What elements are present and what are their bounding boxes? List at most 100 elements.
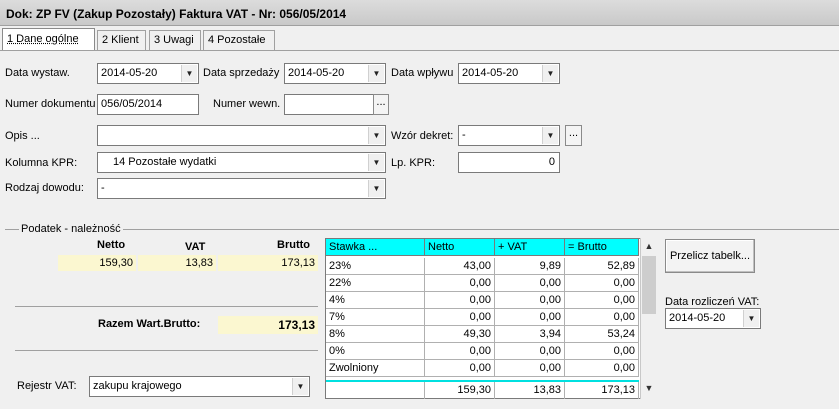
- table-cell[interactable]: 52,89: [565, 258, 639, 275]
- rodzaj-dowodu-field[interactable]: - ▼: [97, 178, 386, 199]
- table-header-stawka[interactable]: Stawka ...: [326, 239, 425, 256]
- podatek-group-label: Podatek - należność: [21, 223, 121, 235]
- wzor-dekret-label: Wzór dekret:: [391, 130, 454, 142]
- data-sprzedazy-value: 2014-05-20: [288, 67, 345, 79]
- table-cell[interactable]: 0,00: [495, 275, 565, 292]
- data-wystaw-field[interactable]: 2014-05-20 ▼: [97, 63, 199, 84]
- rodzaj-dowodu-label: Rodzaj dowodu:: [5, 182, 84, 194]
- table-cell[interactable]: 0,00: [565, 275, 639, 292]
- chevron-down-icon[interactable]: ▼: [292, 378, 308, 395]
- table-cell[interactable]: 0,00: [425, 309, 495, 326]
- table-cell[interactable]: 0%: [326, 343, 425, 360]
- table-cell[interactable]: 0,00: [425, 343, 495, 360]
- chevron-down-icon[interactable]: ▼: [181, 65, 197, 82]
- vat-rate-table[interactable]: Stawka ... Netto + VAT = Brutto 23% 43,0…: [325, 238, 657, 399]
- numer-wewn-field[interactable]: [284, 94, 374, 115]
- brutto-value: 173,13: [218, 255, 318, 271]
- table-header-vat[interactable]: + VAT: [495, 239, 565, 256]
- chevron-down-icon[interactable]: ▼: [542, 65, 558, 82]
- table-cell[interactable]: 8%: [326, 326, 425, 343]
- tab-klient[interactable]: 2 Klient: [97, 30, 146, 50]
- scroll-up-icon[interactable]: ▲: [641, 238, 657, 255]
- data-sprzedazy-field[interactable]: 2014-05-20 ▼: [284, 63, 386, 84]
- wzor-dekret-ellipsis-button[interactable]: ...: [565, 125, 582, 146]
- kolumna-kpr-label: Kolumna KPR:: [5, 157, 78, 169]
- chevron-down-icon[interactable]: ▼: [368, 127, 384, 144]
- data-wystaw-value: 2014-05-20: [101, 67, 158, 79]
- chevron-down-icon[interactable]: ▼: [542, 127, 558, 144]
- netto-value: 159,30: [58, 255, 136, 271]
- table-cell[interactable]: 0,00: [495, 309, 565, 326]
- numer-dokumentu-label: Numer dokumentu: [5, 98, 96, 110]
- tab-uwagi[interactable]: 3 Uwagi: [149, 30, 201, 50]
- tab-pozostale[interactable]: 4 Pozostałe: [203, 30, 275, 50]
- divider-line: [15, 350, 318, 351]
- table-cell[interactable]: 23%: [326, 258, 425, 275]
- data-wplywu-field[interactable]: 2014-05-20 ▼: [458, 63, 560, 84]
- table-scrollbar[interactable]: ▲ ▼: [640, 238, 657, 399]
- numer-dokumentu-value: 056/05/2014: [101, 98, 163, 110]
- totals-cell: [326, 382, 425, 399]
- group-line: [123, 229, 839, 230]
- tab-divider: [0, 50, 839, 51]
- rejestr-vat-field[interactable]: zakupu krajowego ▼: [89, 376, 310, 397]
- table-cell[interactable]: 22%: [326, 275, 425, 292]
- table-cell[interactable]: 0,00: [425, 360, 495, 377]
- table-cell[interactable]: 49,30: [425, 326, 495, 343]
- data-rozliczen-value: 2014-05-20: [669, 312, 726, 324]
- data-sprzedazy-label: Data sprzedaży: [203, 67, 280, 79]
- kolumna-kpr-field[interactable]: 14 Pozostałe wydatki ▼: [97, 152, 386, 173]
- table-cell[interactable]: 0,00: [565, 343, 639, 360]
- wzor-dekret-field[interactable]: - ▼: [458, 125, 560, 146]
- table-cell[interactable]: 3,94: [495, 326, 565, 343]
- table-cell[interactable]: 0,00: [565, 360, 639, 377]
- przelicz-tabelke-button[interactable]: Przelicz tabelk...: [665, 239, 755, 273]
- table-cell[interactable]: 0,00: [565, 309, 639, 326]
- table-cell[interactable]: 4%: [326, 292, 425, 309]
- tab-dane-ogolne[interactable]: 1 Dane ogólne: [2, 28, 95, 51]
- table-cell[interactable]: 43,00: [425, 258, 495, 275]
- chevron-down-icon[interactable]: ▼: [368, 180, 384, 197]
- rejestr-vat-label: Rejestr VAT:: [17, 380, 77, 392]
- vat-header: VAT: [185, 241, 206, 253]
- data-rozliczen-label: Data rozliczeń VAT:: [665, 296, 760, 308]
- group-line: [5, 229, 19, 230]
- table-cell[interactable]: 0,00: [495, 292, 565, 309]
- table-cell[interactable]: 0,00: [495, 343, 565, 360]
- tab-label: 4 Pozostałe: [208, 34, 266, 46]
- razem-value: 173,13: [218, 316, 318, 334]
- table-cell[interactable]: 0,00: [565, 292, 639, 309]
- divider-line: [15, 306, 318, 307]
- data-wplywu-label: Data wpływu: [391, 67, 454, 79]
- rodzaj-dowodu-value: -: [101, 182, 105, 194]
- data-rozliczen-field[interactable]: 2014-05-20 ▼: [665, 308, 761, 329]
- chevron-down-icon[interactable]: ▼: [743, 310, 759, 327]
- chevron-down-icon[interactable]: ▼: [368, 154, 384, 171]
- table-cell[interactable]: 0,00: [425, 292, 495, 309]
- scrollbar-thumb[interactable]: [642, 256, 656, 314]
- table-cell[interactable]: 0,00: [495, 360, 565, 377]
- razem-label: Razem Wart.Brutto:: [98, 318, 201, 330]
- numer-dokumentu-field[interactable]: 056/05/2014: [97, 94, 199, 115]
- brutto-header: Brutto: [277, 239, 310, 251]
- table-cell[interactable]: 7%: [326, 309, 425, 326]
- table-cell[interactable]: 9,89: [495, 258, 565, 275]
- table-cell[interactable]: 0,00: [425, 275, 495, 292]
- table-cell[interactable]: 53,24: [565, 326, 639, 343]
- totals-cell: 173,13: [565, 382, 639, 399]
- lp-kpr-field[interactable]: 0: [458, 152, 560, 173]
- table-header-netto[interactable]: Netto: [425, 239, 495, 256]
- table-cell[interactable]: Zwolniony: [326, 360, 425, 377]
- scroll-down-icon[interactable]: ▼: [641, 380, 657, 397]
- data-wplywu-value: 2014-05-20: [462, 67, 519, 79]
- numer-wewn-label: Numer wewn.: [213, 98, 281, 110]
- netto-header: Netto: [97, 239, 126, 251]
- tab-label: 1 Dane ogólne: [7, 33, 79, 45]
- chevron-down-icon[interactable]: ▼: [368, 65, 384, 82]
- lp-kpr-label: Lp. KPR:: [391, 157, 436, 169]
- opis-field[interactable]: ▼: [97, 125, 386, 146]
- numer-wewn-ellipsis-button[interactable]: ...: [373, 94, 389, 115]
- kolumna-kpr-value: 14 Pozostałe wydatki: [113, 156, 217, 168]
- tab-bar: 1 Dane ogólne 2 Klient 3 Uwagi 4 Pozosta…: [0, 27, 839, 51]
- table-header-brutto[interactable]: = Brutto: [565, 239, 639, 256]
